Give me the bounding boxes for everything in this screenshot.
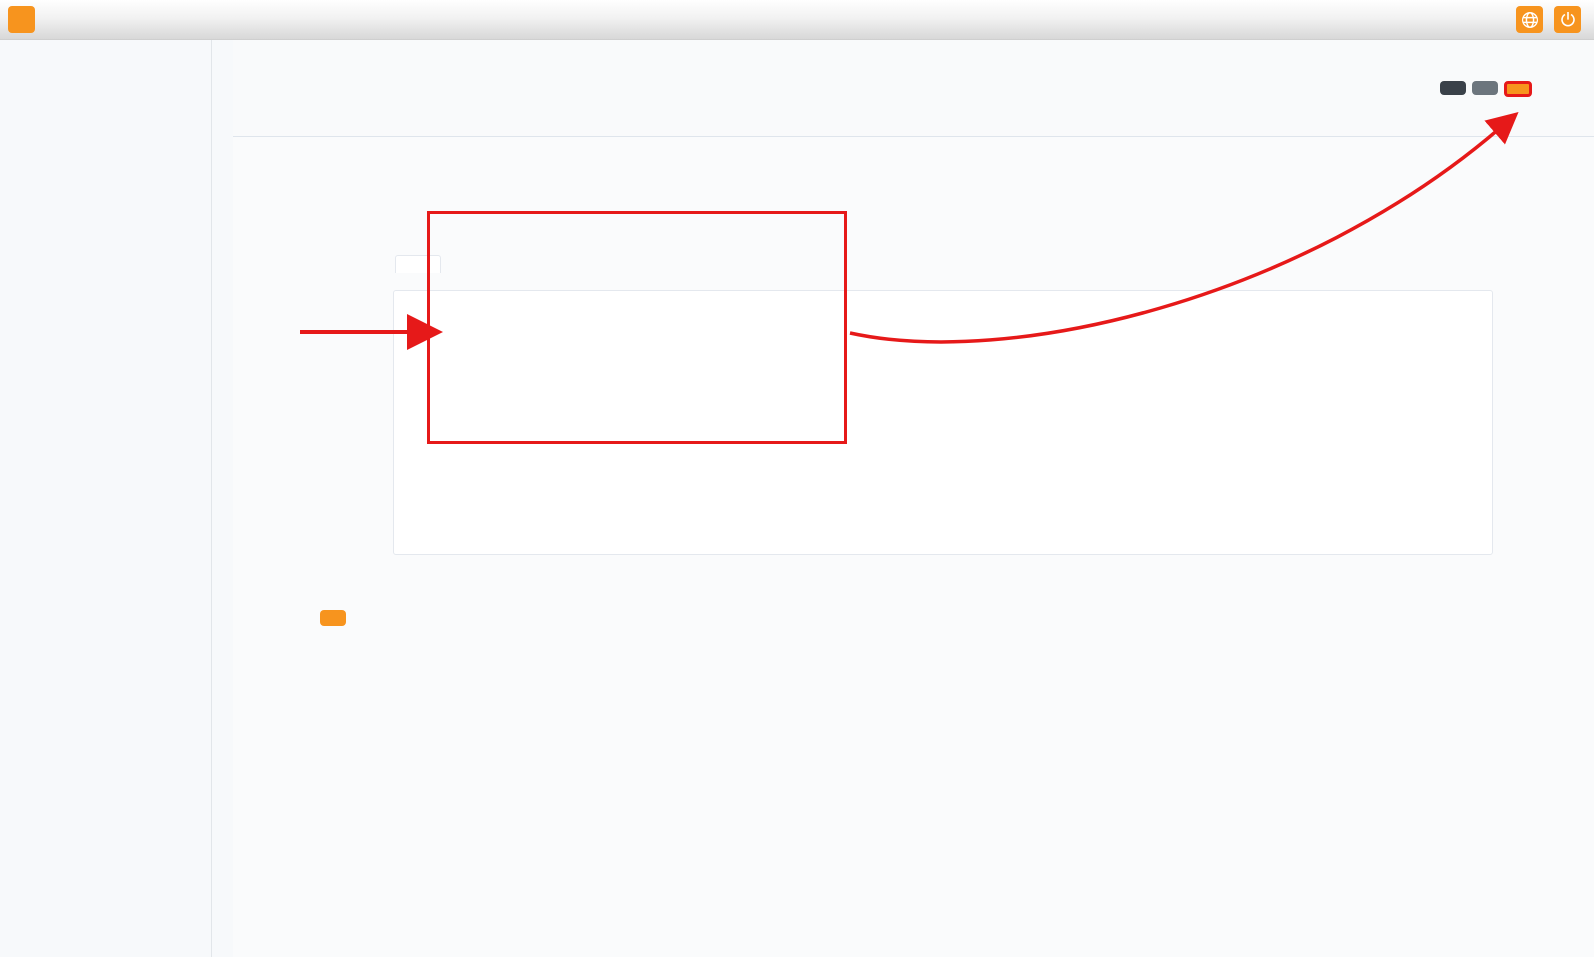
top-bar (0, 0, 1594, 40)
save-button[interactable] (1504, 81, 1532, 97)
back-button[interactable] (1440, 81, 1466, 95)
topbar-actions (1516, 6, 1581, 33)
show-form-bindings-button[interactable] (320, 610, 346, 626)
power-icon[interactable] (1554, 6, 1581, 33)
sidebar-collapse-button[interactable] (8, 6, 35, 33)
cancel-button[interactable] (1472, 81, 1498, 95)
page-header (233, 40, 1594, 137)
globe-icon[interactable] (1516, 6, 1543, 33)
content-area (233, 137, 1594, 626)
language-tabs (394, 255, 441, 313)
main-content (233, 40, 1594, 957)
tab-italiano[interactable] (395, 255, 441, 273)
form-card (393, 255, 1493, 555)
page-action-buttons (1440, 81, 1532, 97)
sidebar (0, 40, 212, 957)
